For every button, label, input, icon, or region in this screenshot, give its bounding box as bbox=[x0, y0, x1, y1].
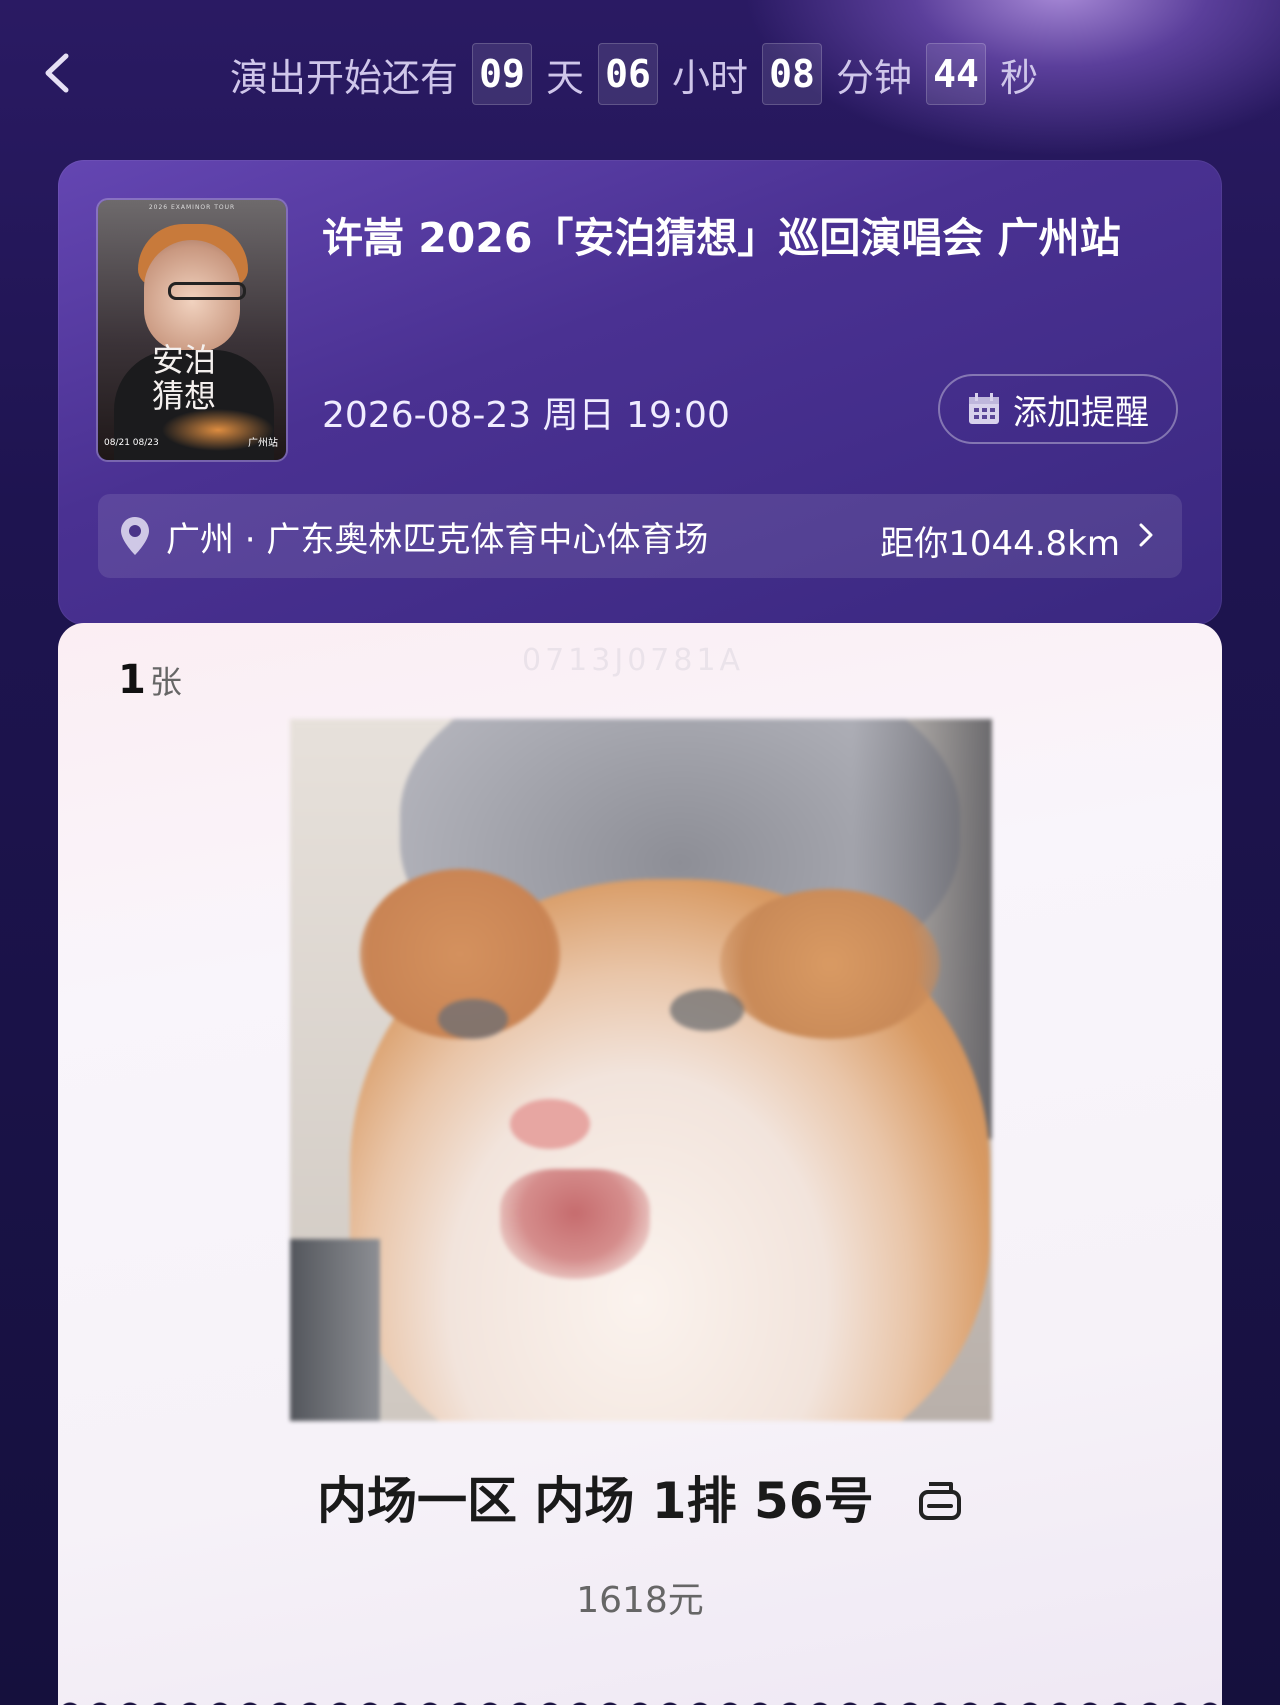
poster-title-line1: 安泊 bbox=[152, 341, 217, 379]
ticket-count: 1张 bbox=[118, 657, 182, 703]
venue-distance: 距你1044.8km bbox=[880, 524, 1120, 564]
event-title: 许嵩 2026「安泊猜想」巡回演唱会 广州站 bbox=[322, 214, 1121, 262]
countdown-days-unit: 天 bbox=[546, 55, 585, 100]
photo-cat-mouth bbox=[500, 1169, 650, 1279]
ticket-price: 1618元 bbox=[576, 1580, 704, 1621]
poster-title-line2: 猜想 bbox=[152, 377, 217, 415]
location-pin-icon bbox=[121, 517, 149, 555]
countdown-prefix: 演出开始还有 bbox=[230, 55, 459, 100]
countdown-minutes-unit: 分钟 bbox=[836, 55, 913, 100]
ticket-perforation bbox=[58, 1687, 1222, 1705]
countdown: 演出开始还有 09 天 06 小时 08 分钟 44 秒 bbox=[230, 43, 1052, 105]
photo-cat-patch-right bbox=[720, 889, 940, 1039]
countdown-seconds: 44 bbox=[926, 43, 987, 105]
seat-label: 内场一区 内场 1排 56号 bbox=[316, 1472, 874, 1530]
countdown-seconds-unit: 秒 bbox=[1000, 55, 1039, 100]
photo-cat-paw bbox=[290, 1239, 380, 1421]
seat-info: 内场一区 内场 1排 56号 bbox=[58, 1461, 1222, 1533]
event-info-card: 2026 EXAMINOR TOUR 安泊 猜想 08/21 08/23 广州站… bbox=[58, 160, 1222, 625]
poster-glasses bbox=[168, 282, 246, 300]
poster-tour-text: 2026 EXAMINOR TOUR bbox=[148, 204, 236, 211]
photo-cat-eye-left bbox=[438, 999, 508, 1039]
poster-dates: 08/21 08/23 bbox=[104, 438, 159, 448]
countdown-hours: 06 bbox=[598, 43, 659, 105]
event-poster[interactable]: 2026 EXAMINOR TOUR 安泊 猜想 08/21 08/23 广州站 bbox=[98, 200, 286, 460]
venue-bar[interactable]: 广州 · 广东奥林匹克体育中心体育场 距你1044.8km bbox=[98, 494, 1182, 578]
top-bar: 演出开始还有 09 天 06 小时 08 分钟 44 秒 bbox=[0, 38, 1280, 108]
add-reminder-label: 添加提醒 bbox=[1013, 392, 1149, 433]
ticket-count-unit: 张 bbox=[149, 663, 182, 701]
event-datetime: 2026-08-23 周日 19:00 bbox=[322, 395, 730, 436]
poster-title: 安泊 猜想 bbox=[152, 342, 216, 414]
poster-city: 广州站 bbox=[248, 438, 278, 449]
photo-cat-eye-right bbox=[670, 989, 744, 1031]
chevron-right-icon bbox=[1139, 523, 1153, 547]
calendar-icon bbox=[969, 393, 999, 424]
ticket-watermark: 0713J0781A bbox=[522, 643, 745, 678]
ticket-qr-image bbox=[290, 719, 992, 1421]
back-chevron-left-icon[interactable] bbox=[38, 50, 78, 96]
ticket-card: 1张 0713J0781A 内场一区 内场 1排 56号 1618元 bbox=[58, 623, 1222, 1705]
venue-name: 广州 · 广东奥林匹克体育中心体育场 bbox=[166, 519, 709, 560]
countdown-days: 09 bbox=[472, 43, 533, 105]
ticket-count-number: 1 bbox=[118, 657, 146, 703]
copy-icon[interactable] bbox=[917, 1478, 963, 1522]
countdown-hours-unit: 小时 bbox=[672, 55, 749, 100]
countdown-minutes: 08 bbox=[762, 43, 823, 105]
add-reminder-button[interactable]: 添加提醒 bbox=[938, 374, 1178, 444]
photo-cat-nose bbox=[510, 1099, 590, 1149]
